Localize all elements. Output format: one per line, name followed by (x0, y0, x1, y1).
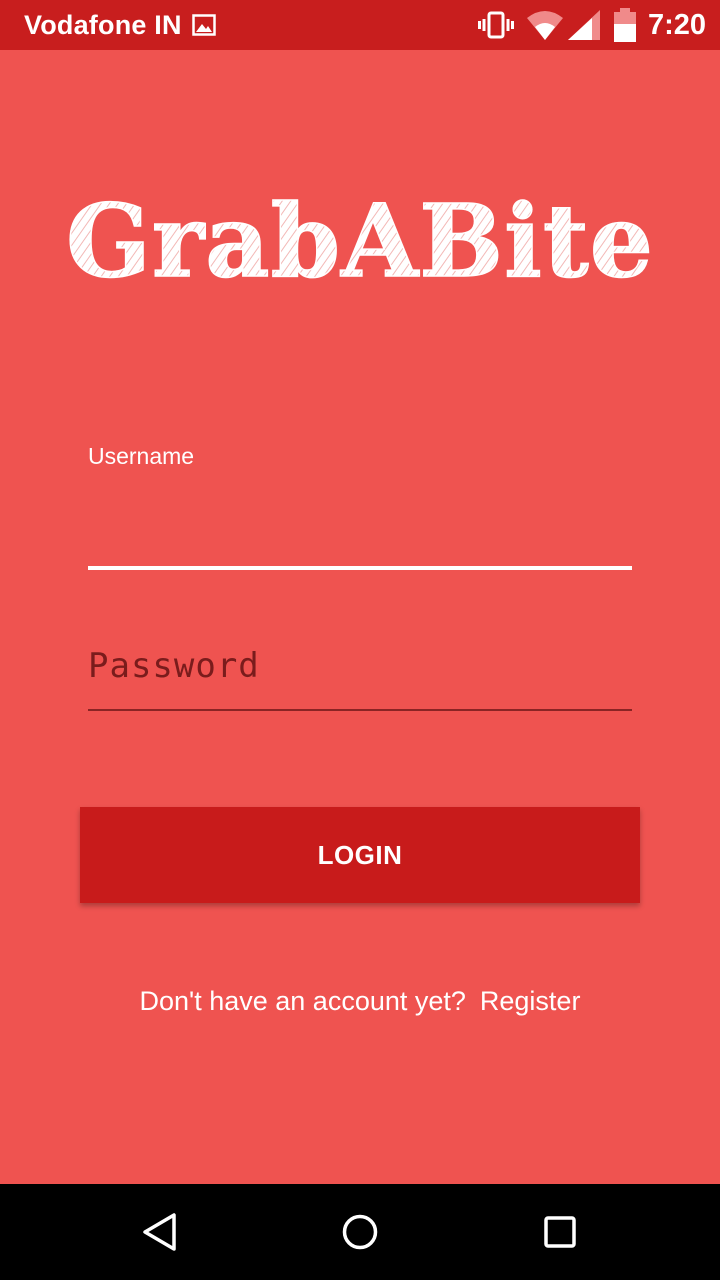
username-input[interactable] (88, 490, 632, 562)
wifi-icon (527, 11, 563, 40)
back-icon[interactable] (140, 1212, 180, 1252)
logo-text: GrabABite (66, 188, 654, 298)
username-label: Username (88, 443, 195, 469)
gallery-icon (192, 14, 216, 36)
app-logo: GrabABite (0, 188, 720, 298)
navigation-bar (0, 1184, 720, 1280)
register-prompt-row: Don't have an account yet? Register (0, 986, 720, 1017)
status-bar: Vodafone IN 7:20 (0, 0, 720, 50)
username-underline (88, 566, 632, 570)
vibrate-icon (478, 11, 514, 39)
battery-icon (614, 8, 636, 42)
password-input[interactable] (88, 638, 632, 694)
register-prompt-text: Don't have an account yet? (139, 986, 466, 1016)
logo-wordmark: GrabABite (65, 188, 654, 298)
carrier-name: Vodafone IN (24, 10, 182, 40)
register-link[interactable]: Register (480, 986, 581, 1016)
home-icon[interactable] (340, 1212, 380, 1252)
signal-icon (568, 10, 600, 40)
recents-icon[interactable] (540, 1212, 580, 1252)
clock: 7:20 (648, 9, 707, 41)
login-button[interactable]: LOGIN (80, 807, 640, 903)
password-underline (88, 709, 632, 711)
